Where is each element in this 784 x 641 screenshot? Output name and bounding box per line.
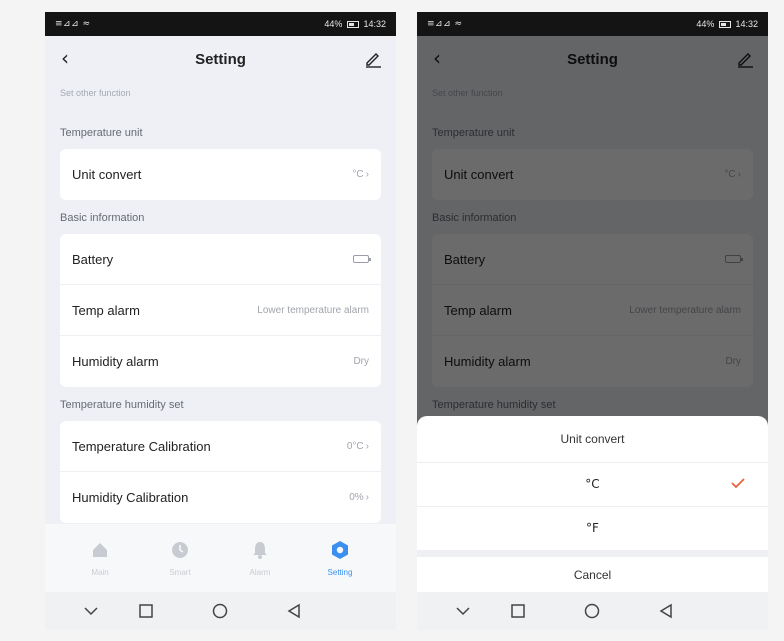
- temp-alarm-value: Lower temperature alarm: [257, 305, 369, 316]
- row-label: Unit convert: [72, 167, 142, 182]
- card-basic-information: Battery Temp alarm Lower temperature ala…: [60, 234, 381, 387]
- android-nav-bar: [45, 592, 396, 630]
- humidity-alarm-value: Dry: [353, 356, 369, 367]
- page-title: Setting: [195, 51, 246, 68]
- sheet-divider: [417, 550, 768, 557]
- checkmark-icon: [731, 478, 745, 489]
- temp-alarm-row[interactable]: Temp alarm Lower temperature alarm: [60, 285, 381, 336]
- gear-icon: [332, 541, 348, 559]
- signal-indicator: ≡⊿⊿ ≈: [55, 19, 91, 29]
- phone-screen-settings: ≡⊿⊿ ≈ 44% 14:32 ‹ Setting Set other func…: [45, 12, 396, 630]
- tab-main[interactable]: Main: [60, 524, 140, 592]
- chevron-right-icon: ›: [365, 492, 369, 503]
- chevron-down-icon[interactable]: [454, 602, 472, 620]
- section-temperature-humidity-set: Temperature humidity set: [60, 399, 184, 411]
- nav-bar: ‹ Setting: [45, 36, 396, 82]
- option-fahrenheit[interactable]: °F: [417, 506, 768, 550]
- unit-convert-sheet: Unit convert °C °F Cancel: [417, 416, 768, 592]
- page-subtitle: Set other function: [60, 88, 131, 98]
- unit-convert-row[interactable]: Unit convert °C ›: [60, 149, 381, 200]
- status-bar: ≡⊿⊿ ≈ 44% 14:32: [417, 12, 768, 36]
- section-temperature-unit: Temperature unit: [60, 127, 143, 139]
- battery-level-icon: [353, 255, 371, 263]
- tab-setting[interactable]: Setting: [300, 524, 380, 592]
- chevron-down-icon[interactable]: [82, 602, 100, 620]
- tab-label: Setting: [327, 568, 353, 577]
- home-icon: [93, 543, 107, 557]
- tab-label: Alarm: [249, 568, 271, 577]
- battery-icon: [718, 21, 731, 29]
- recent-apps-icon[interactable]: [137, 602, 155, 620]
- recent-apps-icon[interactable]: [509, 602, 527, 620]
- clock-icon: [172, 542, 188, 558]
- section-basic-information: Basic information: [60, 212, 145, 224]
- humidity-calibration-value: 0%: [349, 492, 364, 503]
- battery-percent: 44%: [324, 19, 343, 29]
- row-label: Temp alarm: [72, 303, 140, 318]
- sheet-title: Unit convert: [560, 432, 625, 446]
- status-right: 44% 14:32: [696, 19, 758, 29]
- home-circle-icon[interactable]: [211, 602, 229, 620]
- battery-icon: [346, 21, 359, 29]
- row-label: Humidity Calibration: [72, 490, 189, 505]
- status-bar: ≡⊿⊿ ≈ 44% 14:32: [45, 12, 396, 36]
- temperature-calibration-row[interactable]: Temperature Calibration 0°C ›: [60, 421, 381, 472]
- phone-screen-unit-sheet: ≡⊿⊿ ≈ 44% 14:32 ‹ Setting Set other func…: [417, 12, 768, 630]
- unit-value: °C: [352, 169, 364, 180]
- tab-bar: Main Smart Alarm Setting: [45, 524, 396, 592]
- tab-label: Smart: [169, 568, 191, 577]
- card-temperature-humidity-set: Temperature Calibration 0°C › Humidity Ca…: [60, 421, 381, 523]
- bell-icon: [253, 542, 267, 559]
- home-circle-icon[interactable]: [583, 602, 601, 620]
- clock-time: 14:32: [363, 19, 386, 29]
- cancel-button[interactable]: Cancel: [417, 557, 768, 592]
- chevron-right-icon: ›: [365, 441, 369, 452]
- row-label: Temperature Calibration: [72, 439, 211, 454]
- edit-icon[interactable]: [364, 50, 382, 68]
- temp-calibration-value: 0°C: [346, 441, 364, 452]
- battery-row[interactable]: Battery: [60, 234, 381, 285]
- row-label: Battery: [72, 252, 114, 267]
- option-celsius[interactable]: °C: [417, 462, 768, 506]
- option-label: °F: [586, 521, 599, 535]
- card-temperature-unit: Unit convert °C›: [60, 149, 381, 200]
- back-triangle-icon[interactable]: [657, 602, 675, 620]
- humidity-calibration-row[interactable]: Humidity Calibration 0% ›: [60, 472, 381, 523]
- status-right: 44% 14:32: [324, 19, 386, 29]
- chevron-right-icon: ›: [365, 169, 369, 180]
- row-label: Humidity alarm: [72, 354, 159, 369]
- battery-percent: 44%: [696, 19, 715, 29]
- back-triangle-icon[interactable]: [285, 602, 303, 620]
- android-nav-bar: [417, 592, 768, 630]
- clock-time: 14:32: [735, 19, 758, 29]
- tab-label: Main: [91, 568, 109, 577]
- option-label: °C: [585, 477, 600, 491]
- tab-smart[interactable]: Smart: [140, 524, 220, 592]
- tab-alarm[interactable]: Alarm: [220, 524, 300, 592]
- signal-indicator: ≡⊿⊿ ≈: [427, 19, 463, 29]
- humidity-alarm-row[interactable]: Humidity alarm Dry: [60, 336, 381, 387]
